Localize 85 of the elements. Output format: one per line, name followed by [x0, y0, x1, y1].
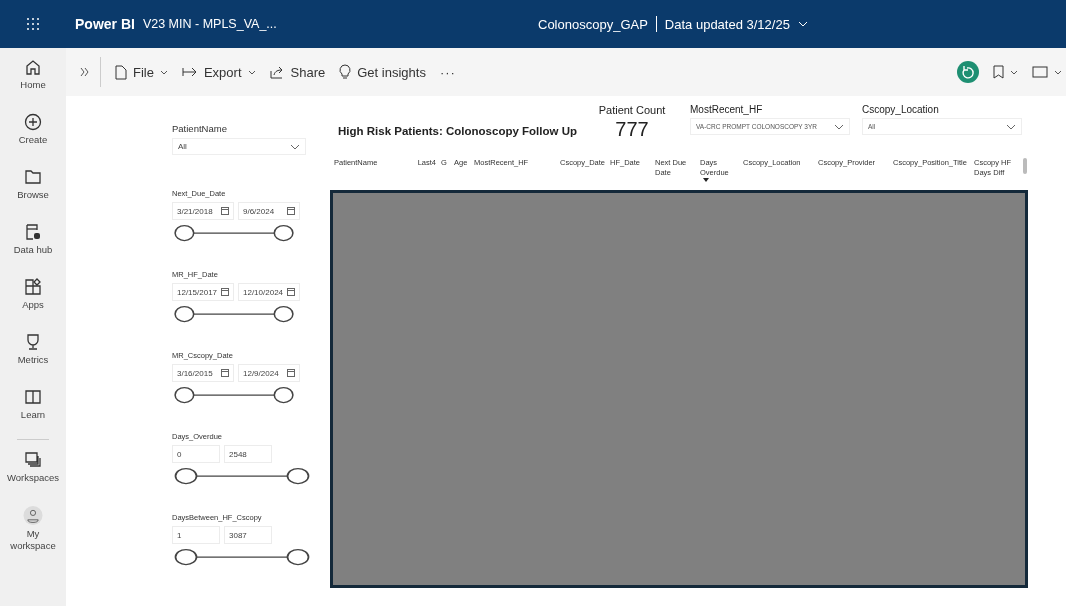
range-slider[interactable] — [172, 223, 296, 243]
book-icon — [24, 388, 42, 406]
workspace-name[interactable]: V23 MIN - MPLS_VA_... — [142, 17, 277, 31]
arrow-right-icon — [181, 67, 198, 77]
app-launcher-icon[interactable] — [27, 18, 39, 30]
range-slider[interactable] — [172, 385, 296, 405]
trophy-icon — [24, 333, 42, 351]
date-field[interactable]: 9/6/2024 — [238, 202, 300, 220]
toolbar-button[interactable]: Share — [269, 64, 326, 80]
database-icon — [24, 223, 42, 241]
nav-item[interactable]: Learn — [0, 384, 66, 438]
window-icon — [1032, 66, 1048, 78]
plus-circle-icon — [24, 113, 42, 131]
date-field[interactable]: 3/16/2015 — [172, 364, 234, 382]
toolbar-button[interactable]: Get insights — [339, 64, 426, 80]
bookmark-button[interactable] — [993, 65, 1018, 79]
slider-thumb[interactable] — [273, 386, 294, 404]
nav-item[interactable]: Metrics — [0, 329, 66, 383]
nav-item[interactable]: Create — [0, 109, 66, 163]
slider-thumb[interactable] — [174, 467, 198, 485]
view-button[interactable] — [1032, 66, 1062, 78]
report-name: Colonoscopy_GAP — [538, 16, 648, 32]
slider-thumb[interactable] — [174, 548, 198, 566]
report-title: High Risk Patients: Colonoscopy Follow Up — [338, 125, 578, 137]
slider-thumb[interactable] — [286, 467, 310, 485]
range-slider[interactable] — [172, 547, 312, 567]
slider-thumb[interactable] — [273, 224, 294, 242]
reset-icon[interactable] — [957, 61, 979, 83]
chevron-icon — [247, 69, 256, 75]
scrollbar-thumb[interactable] — [1023, 158, 1027, 174]
nav-item[interactable]: Home — [0, 54, 66, 108]
date-field[interactable]: 12/15/2017 — [172, 283, 234, 301]
expand-icon[interactable] — [80, 67, 90, 77]
chevron-icon — [290, 143, 300, 150]
range-slider[interactable] — [172, 304, 296, 324]
nav-item[interactable]: Workspaces — [0, 447, 66, 501]
patient-count: 777 — [615, 118, 649, 141]
calendar-icon — [221, 207, 229, 215]
slicer-label: MostRecent_HF — [690, 104, 764, 115]
nav-item[interactable]: Browse — [0, 164, 66, 218]
slider-thumb[interactable] — [286, 548, 310, 566]
number-field[interactable]: 3087 — [224, 526, 272, 544]
slider-thumb[interactable] — [174, 224, 195, 242]
home-icon — [24, 58, 42, 76]
folder-icon — [24, 168, 42, 186]
slider-thumb[interactable] — [273, 305, 294, 323]
slicer-label: Cscopy_Location — [862, 104, 940, 115]
chevron-icon — [797, 21, 808, 27]
calendar-icon — [221, 288, 229, 296]
date-field[interactable]: 12/10/2024 — [238, 283, 300, 301]
date-field[interactable]: 12/9/2024 — [238, 364, 300, 382]
lightbulb-icon — [339, 64, 352, 80]
chevron-icon — [1054, 69, 1062, 75]
data-updated-dropdown[interactable]: Data updated 3/12/25 — [664, 16, 808, 32]
chevron-icon — [834, 123, 844, 130]
slider-thumb[interactable] — [174, 305, 195, 323]
apps-icon — [24, 278, 42, 296]
number-field[interactable]: 1 — [172, 526, 220, 544]
chevron-icon — [1010, 69, 1018, 75]
document-icon — [115, 64, 127, 80]
chevron-icon — [1006, 123, 1016, 130]
app-name[interactable]: Power BI — [75, 16, 135, 32]
nav-item[interactable]: My workspace — [0, 502, 66, 556]
number-field[interactable]: 0 — [172, 445, 220, 463]
calendar-icon — [287, 288, 295, 296]
nav-item[interactable]: Apps — [0, 274, 66, 328]
slider-thumb[interactable] — [174, 386, 195, 404]
patient-dropdown[interactable]: All — [172, 138, 306, 155]
person-icon — [22, 506, 44, 525]
toolbar-button[interactable]: ··· — [439, 64, 456, 80]
number-field[interactable]: 2548 — [224, 445, 272, 463]
calendar-icon — [221, 369, 229, 377]
calendar-icon — [287, 369, 295, 377]
toolbar-button[interactable]: Export — [181, 64, 256, 80]
bookmark-icon — [993, 65, 1004, 79]
nav-item[interactable]: Data hub — [0, 219, 66, 273]
workspaces-icon — [24, 451, 42, 469]
chevron-icon — [159, 69, 168, 75]
calendar-icon — [287, 207, 295, 215]
filter-label: PatientName — [172, 123, 228, 134]
date-field[interactable]: 3/21/2018 — [172, 202, 234, 220]
card-label: Patient Count — [598, 104, 666, 116]
toolbar-button[interactable]: File — [115, 64, 168, 80]
share-icon — [269, 65, 285, 79]
range-slider[interactable] — [172, 466, 312, 486]
